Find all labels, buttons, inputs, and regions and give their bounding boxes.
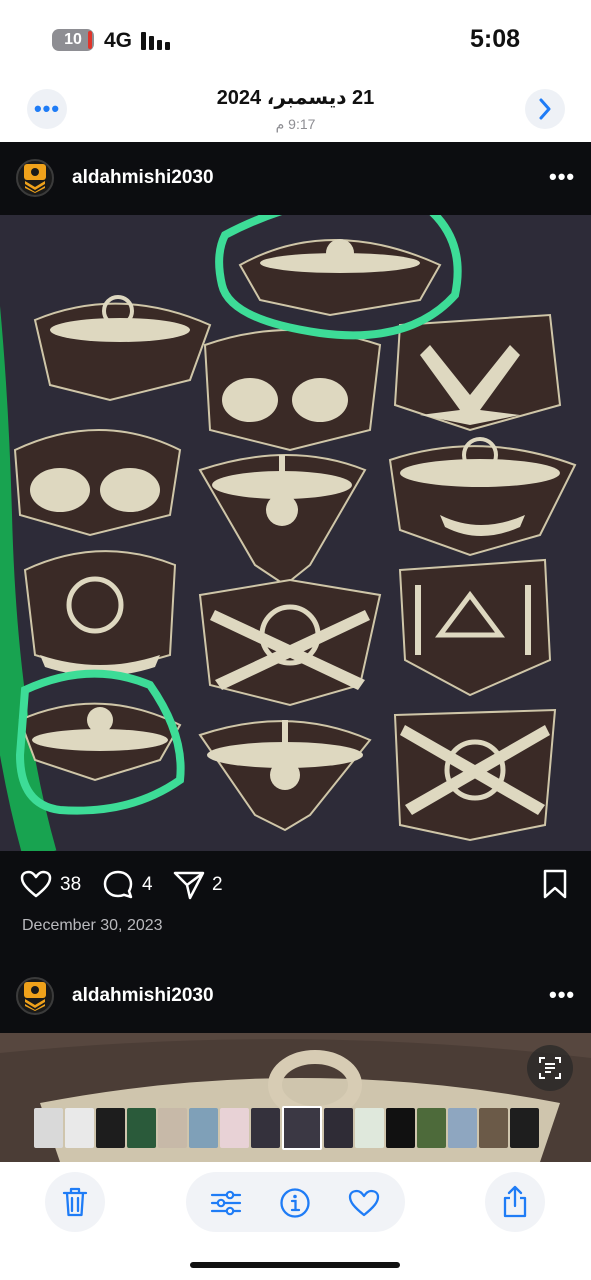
network-type: 4G [104, 29, 133, 52]
thumbnail[interactable] [417, 1108, 446, 1148]
heart-icon [348, 1189, 380, 1217]
thumbnail[interactable] [189, 1108, 218, 1148]
thumbnail[interactable] [479, 1108, 508, 1148]
live-text-button[interactable] [527, 1045, 573, 1091]
post-photo[interactable] [0, 215, 591, 851]
heart-icon[interactable] [20, 870, 52, 898]
post-options-button[interactable]: ••• [549, 982, 575, 1008]
info-icon [280, 1188, 310, 1218]
post-date: December 30, 2023 [22, 917, 163, 934]
signal-icon [141, 30, 175, 50]
thumbnail[interactable] [251, 1108, 280, 1148]
delete-button[interactable] [45, 1172, 105, 1232]
thumbnail-strip[interactable] [34, 1106, 556, 1150]
battery-level: 10 [64, 31, 82, 48]
comment-count: 4 [142, 874, 153, 895]
thumbnail[interactable] [386, 1108, 415, 1148]
thumbnail[interactable] [220, 1108, 249, 1148]
thumbnail[interactable] [510, 1108, 539, 1148]
thumbnail[interactable] [34, 1108, 63, 1148]
photo-date: 21 ديسمبر، 2024 [216, 87, 375, 109]
post-username[interactable]: aldahmishi2030 [72, 985, 214, 1007]
patch-collection-image [0, 215, 577, 851]
thumbnail[interactable] [127, 1108, 156, 1148]
share-plane-icon[interactable] [172, 869, 206, 901]
adjust-button[interactable] [208, 1187, 244, 1219]
thumbnail[interactable] [448, 1108, 477, 1148]
favorite-button[interactable] [346, 1187, 382, 1219]
next-button[interactable] [525, 89, 565, 129]
thumbnail-selected[interactable] [282, 1106, 322, 1150]
battery-low-marker [88, 31, 92, 49]
info-button[interactable] [277, 1185, 313, 1221]
status-time: 5:08 [469, 25, 521, 53]
share-button[interactable] [485, 1172, 545, 1232]
thumbnail[interactable] [65, 1108, 94, 1148]
more-button[interactable]: ••• [27, 89, 67, 129]
chevron-right-icon [539, 98, 551, 120]
text-scan-icon [539, 1057, 561, 1079]
photo-time: 9:17 م [275, 116, 316, 132]
avatar[interactable] [16, 977, 54, 1015]
sliders-icon [210, 1190, 242, 1216]
home-indicator [190, 1262, 400, 1268]
bookmark-icon[interactable] [542, 869, 568, 899]
trash-icon [62, 1187, 88, 1217]
post-options-button[interactable]: ••• [549, 164, 575, 190]
post-actions: 38 4 2 [0, 860, 591, 910]
post-username[interactable]: aldahmishi2030 [72, 167, 214, 189]
share-icon [503, 1185, 527, 1218]
avatar-badge-icon [24, 164, 46, 193]
avatar[interactable] [16, 159, 54, 197]
like-count: 38 [60, 874, 82, 895]
thumbnail[interactable] [355, 1108, 384, 1148]
comment-icon[interactable] [102, 869, 134, 901]
thumbnail[interactable] [158, 1108, 187, 1148]
thumbnail[interactable] [96, 1108, 125, 1148]
ellipsis-icon: ••• [33, 96, 61, 121]
avatar-badge-icon [24, 982, 46, 1011]
share-count: 2 [212, 874, 223, 895]
thumbnail[interactable] [324, 1108, 353, 1148]
